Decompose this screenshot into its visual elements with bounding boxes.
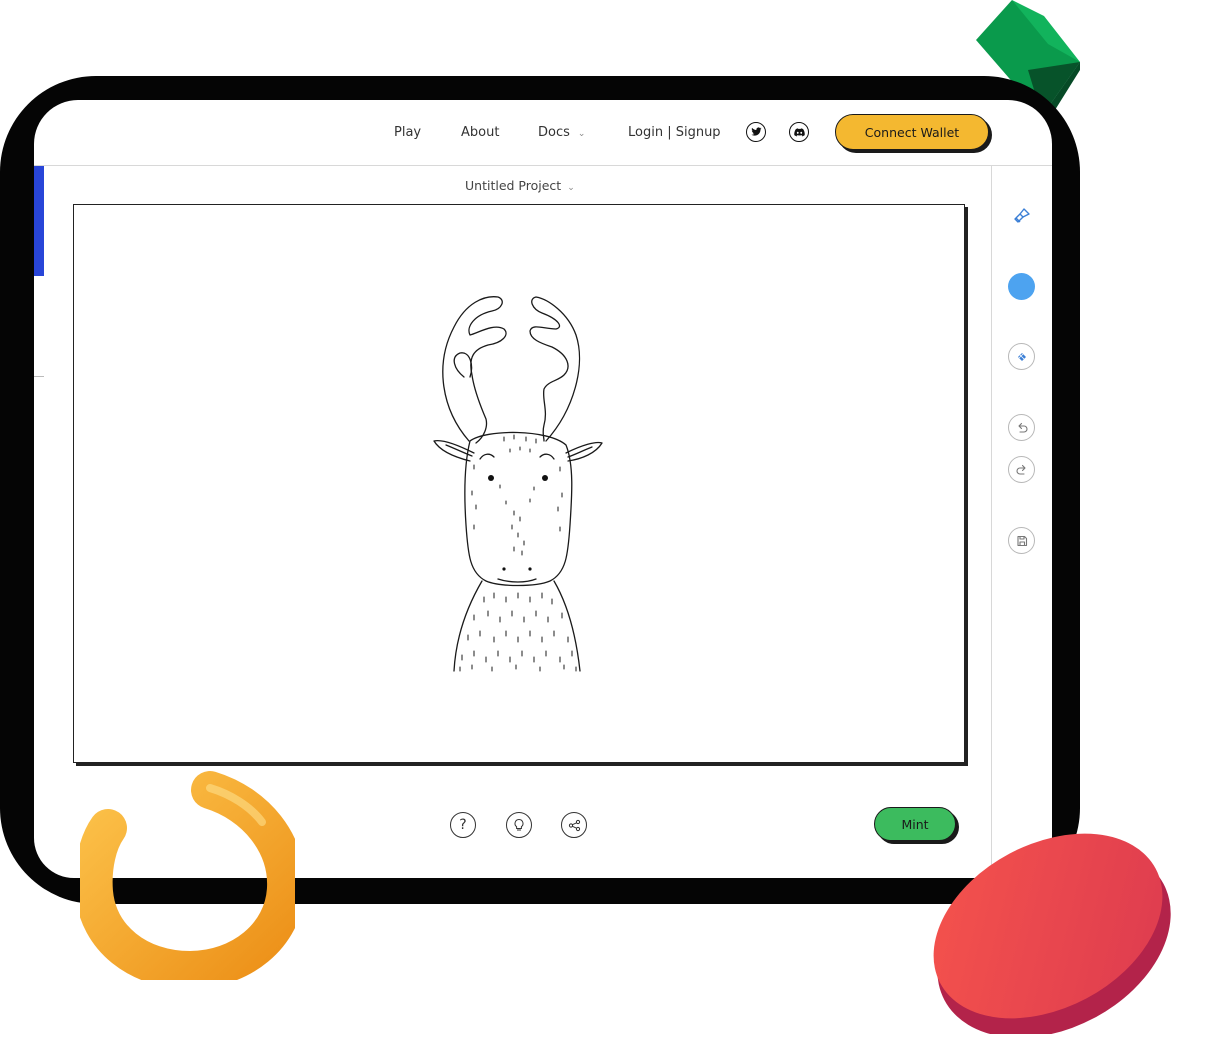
red-disc-decoration <box>933 833 1171 1034</box>
help-icon[interactable]: ? <box>450 812 476 838</box>
chevron-down-icon: ⌄ <box>567 183 575 193</box>
redo-icon[interactable] <box>1008 456 1035 483</box>
nav-docs-menu[interactable]: Docs ⌄ <box>538 125 585 140</box>
nav-login-link[interactable]: Login | Signup <box>628 125 721 140</box>
app-screen: Play About Docs ⌄ Login | Signup Connect … <box>34 100 1052 878</box>
top-navigation: Play About Docs ⌄ Login | Signup Connect … <box>34 100 1052 166</box>
orange-ring-decoration <box>80 771 295 980</box>
lightbulb-icon[interactable] <box>506 812 532 838</box>
nav-play-link[interactable]: Play <box>394 125 421 140</box>
project-title-dropdown[interactable]: Untitled Project ⌄ <box>465 178 575 193</box>
save-icon[interactable] <box>1008 527 1035 554</box>
reindeer-drawing <box>433 296 603 672</box>
left-sidebar-active-indicator <box>34 166 44 276</box>
connect-wallet-button[interactable]: Connect Wallet <box>835 114 989 150</box>
discord-icon[interactable] <box>789 122 809 142</box>
share-icon[interactable] <box>561 812 587 838</box>
nav-docs-label: Docs <box>538 125 570 140</box>
chevron-down-icon: ⌄ <box>577 129 586 139</box>
color-swatch[interactable] <box>1008 273 1035 300</box>
left-sidebar-divider <box>34 376 44 377</box>
undo-icon[interactable] <box>1008 414 1035 441</box>
twitter-icon[interactable] <box>746 122 766 142</box>
drawing-canvas[interactable] <box>73 204 965 763</box>
brush-icon[interactable] <box>1008 202 1035 229</box>
nav-about-link[interactable]: About <box>461 125 499 140</box>
fill-icon[interactable] <box>1008 343 1035 370</box>
project-title: Untitled Project <box>465 178 562 193</box>
tool-panel <box>991 166 1052 878</box>
